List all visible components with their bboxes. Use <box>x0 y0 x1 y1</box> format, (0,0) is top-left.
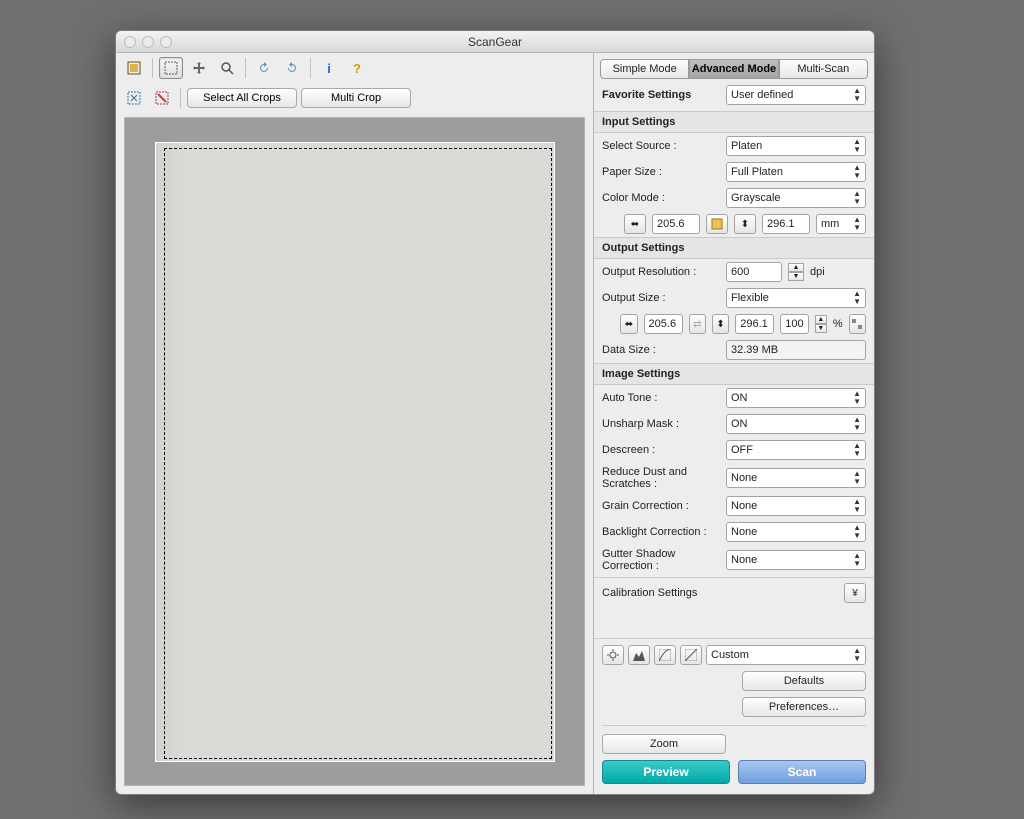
final-review-icon[interactable] <box>680 645 702 665</box>
remove-crop-icon[interactable] <box>150 87 174 109</box>
lock-ratio-icon[interactable]: ⇄ <box>689 314 706 334</box>
height-icon: ⬍ <box>734 214 756 234</box>
output-width-field[interactable]: 205.6 <box>644 314 683 334</box>
unsharp-label: Unsharp Mask : <box>602 418 720 430</box>
backlight-label: Backlight Correction : <box>602 526 720 538</box>
mode-tabs: Simple Mode Advanced Mode Multi-Scan <box>594 53 874 79</box>
out-width-icon: ⬌ <box>620 314 637 334</box>
grain-select[interactable]: None▲▼ <box>726 496 866 516</box>
output-size-label: Output Size : <box>602 292 720 304</box>
out-height-icon: ⬍ <box>712 314 729 334</box>
rotate-left-icon[interactable] <box>252 57 276 79</box>
calibration-expand-icon[interactable]: ¥ <box>844 583 866 603</box>
crop-marquee[interactable] <box>164 148 552 759</box>
output-resolution-field[interactable]: 600 <box>726 262 782 282</box>
main-toolbar: i ? <box>116 53 593 83</box>
output-height-field[interactable]: 296.1 <box>735 314 774 334</box>
defaults-button[interactable]: Defaults <box>742 671 866 691</box>
zoom-tool-icon[interactable] <box>215 57 239 79</box>
select-source-select[interactable]: Platen▲▼ <box>726 136 866 156</box>
descreen-label: Descreen : <box>602 444 720 456</box>
percent-label: % <box>833 318 843 330</box>
gutter-label: Gutter Shadow Correction : <box>602 548 720 572</box>
resolution-stepper[interactable]: ▲▼ <box>788 263 804 281</box>
link-wh-icon[interactable] <box>706 214 728 234</box>
settings-pane: Simple Mode Advanced Mode Multi-Scan Fav… <box>594 53 874 794</box>
rotate-right-icon[interactable] <box>280 57 304 79</box>
auto-tone-select[interactable]: ON▲▼ <box>726 388 866 408</box>
image-settings-header: Image Settings <box>594 363 874 385</box>
brightness-icon[interactable] <box>602 645 624 665</box>
help-icon[interactable]: ? <box>345 57 369 79</box>
descreen-select[interactable]: OFF▲▼ <box>726 440 866 460</box>
zoom-button[interactable]: Zoom <box>602 734 726 754</box>
select-all-crops-button[interactable]: Select All Crops <box>187 88 297 108</box>
tab-advanced[interactable]: Advanced Mode <box>689 59 778 79</box>
move-tool-icon[interactable] <box>187 57 211 79</box>
output-scale-field[interactable]: 100 <box>780 314 808 334</box>
output-settings-header: Output Settings <box>594 237 874 259</box>
output-size-select[interactable]: Flexible▲▼ <box>726 288 866 308</box>
unit-select[interactable]: mm▲▼ <box>816 214 866 234</box>
auto-tone-label: Auto Tone : <box>602 392 720 404</box>
dust-label: Reduce Dust and Scratches : <box>602 466 720 490</box>
crop-tool-icon[interactable] <box>159 57 183 79</box>
histogram-icon[interactable] <box>628 645 650 665</box>
color-mode-label: Color Mode : <box>602 192 720 204</box>
gutter-select[interactable]: None▲▼ <box>726 550 866 570</box>
width-icon: ⬌ <box>624 214 646 234</box>
input-settings-header: Input Settings <box>594 111 874 133</box>
app-window: ScanGear <box>115 30 875 795</box>
thumbnail-view-icon[interactable] <box>122 57 146 79</box>
tone-curve-icon[interactable] <box>654 645 676 665</box>
multi-crop-button[interactable]: Multi Crop <box>301 88 411 108</box>
scale-stepper[interactable]: ▲▼ <box>815 315 827 333</box>
grain-label: Grain Correction : <box>602 500 720 512</box>
paper-size-label: Paper Size : <box>602 166 720 178</box>
flexible-size-icon[interactable] <box>849 314 866 334</box>
titlebar: ScanGear <box>116 31 874 53</box>
calibration-settings-label: Calibration Settings <box>602 587 838 599</box>
preferences-button[interactable]: Preferences… <box>742 697 866 717</box>
scan-button[interactable]: Scan <box>738 760 866 784</box>
tab-multi[interactable]: Multi-Scan <box>779 59 868 79</box>
scanned-page <box>155 142 555 762</box>
paper-size-select[interactable]: Full Platen▲▼ <box>726 162 866 182</box>
auto-crop-icon[interactable] <box>122 87 146 109</box>
backlight-select[interactable]: None▲▼ <box>726 522 866 542</box>
unsharp-select[interactable]: ON▲▼ <box>726 414 866 434</box>
color-mode-select[interactable]: Grayscale▲▼ <box>726 188 866 208</box>
preview-button[interactable]: Preview <box>602 760 730 784</box>
dpi-label: dpi <box>810 266 825 278</box>
tab-simple[interactable]: Simple Mode <box>600 59 689 79</box>
preview-area[interactable] <box>124 117 585 786</box>
input-width-field[interactable]: 205.6 <box>652 214 700 234</box>
input-height-field[interactable]: 296.1 <box>762 214 810 234</box>
crop-toolbar: Select All Crops Multi Crop <box>116 83 593 113</box>
window-title: ScanGear <box>116 35 874 49</box>
adjust-preset-select[interactable]: Custom▲▼ <box>706 645 866 665</box>
data-size-value: 32.39 MB <box>726 340 866 360</box>
output-resolution-label: Output Resolution : <box>602 266 720 278</box>
favorite-settings-select[interactable]: User defined▲▼ <box>726 85 866 105</box>
dust-select[interactable]: None▲▼ <box>726 468 866 488</box>
favorite-settings-label: Favorite Settings <box>602 89 720 101</box>
info-icon[interactable]: i <box>317 57 341 79</box>
data-size-label: Data Size : <box>602 344 720 356</box>
select-source-label: Select Source : <box>602 140 720 152</box>
left-pane: i ? Select All Crops Multi Crop <box>116 53 594 794</box>
